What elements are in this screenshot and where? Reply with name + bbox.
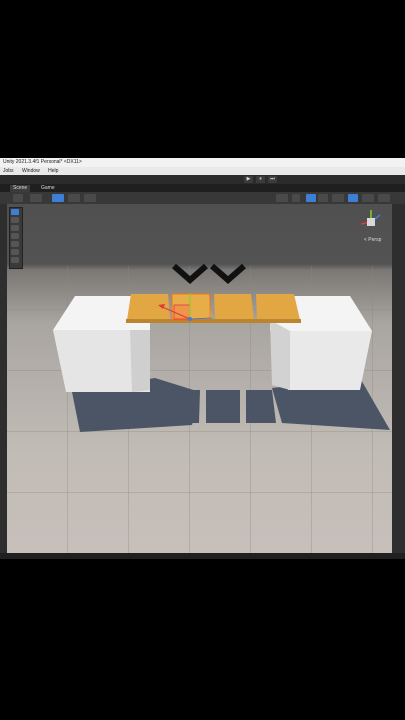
move-tool-button[interactable] [11, 217, 19, 223]
scale-tool-button[interactable] [11, 233, 19, 239]
custom-tool-button[interactable] [11, 257, 19, 263]
plank-3 [214, 294, 254, 320]
box-right-front [288, 331, 372, 390]
chevron-down-icon [172, 263, 208, 284]
plank-4 [256, 294, 300, 320]
bottom-panel-edge [0, 553, 405, 559]
transform-tool-button[interactable] [11, 249, 19, 255]
chevron-down-icon [210, 263, 246, 284]
plank-shadow-1 [175, 390, 200, 423]
plank-shadow-3 [246, 390, 276, 423]
view-gizmo-cube[interactable] [367, 218, 375, 226]
scene-objects-layer [53, 210, 390, 432]
box-left-side [130, 330, 150, 392]
move-gizmo-plane[interactable] [173, 304, 191, 320]
rotate-tool-button[interactable] [11, 225, 19, 231]
projection-label[interactable]: < Persp [364, 237, 381, 243]
plank-shadow-2 [206, 390, 240, 423]
box-right-side [270, 320, 290, 390]
plank-row-edge [126, 319, 301, 323]
rect-tool-button[interactable] [11, 241, 19, 247]
view-tool-button[interactable] [11, 209, 19, 215]
move-gizmo-center[interactable] [188, 317, 192, 321]
